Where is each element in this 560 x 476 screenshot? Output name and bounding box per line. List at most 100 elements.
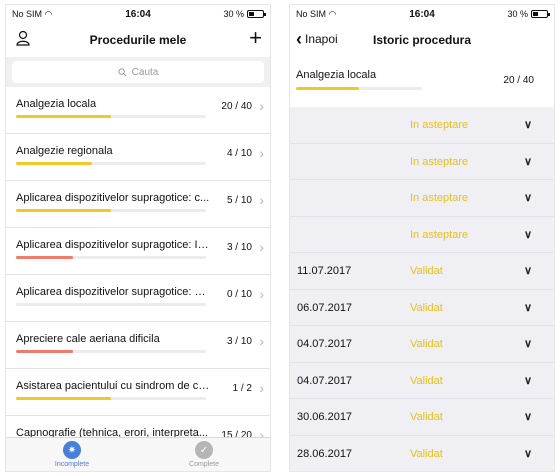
chevron-down-icon[interactable]: ∨ xyxy=(524,118,532,131)
progress-fill xyxy=(16,115,111,118)
history-row[interactable]: 28.06.2017 Validat ∨ xyxy=(290,436,554,472)
chevron-down-icon[interactable]: ∨ xyxy=(524,337,532,350)
tab-complete[interactable]: ✓ Complete xyxy=(138,438,270,471)
procedure-name: Asistarea pacientului cu sindrom de co..… xyxy=(16,380,212,392)
history-date: 30.06.2017 xyxy=(297,411,353,423)
progress-bar xyxy=(16,115,206,118)
tab-label: Incomplete xyxy=(54,461,90,468)
list-item[interactable]: Asistarea pacientului cu sindrom de co..… xyxy=(6,369,270,416)
history-row[interactable]: 04.07.2017 Validat ∨ xyxy=(290,326,554,363)
progress-fill xyxy=(16,209,111,212)
procedure-name: Aplicarea dispozitivelor supragotice: c.… xyxy=(16,192,210,204)
chevron-down-icon[interactable]: ∨ xyxy=(524,447,532,460)
history-row[interactable]: In asteptare ∨ xyxy=(290,144,554,180)
history-list: In asteptare ∨ In asteptare ∨ In asteptare ∨ I… xyxy=(290,107,554,471)
battery-icon xyxy=(531,10,550,18)
tab-incomplete[interactable]: ✷ Incomplete xyxy=(6,438,138,471)
status-badge: Validat xyxy=(410,301,443,314)
procedure-name: Analgezie regionala xyxy=(16,145,113,157)
history-date: 04.07.2017 xyxy=(297,338,353,350)
chevron-right-icon: › xyxy=(259,380,264,396)
progress-bar xyxy=(16,209,206,212)
history-row[interactable]: 11.07.2017 Validat ∨ xyxy=(290,253,554,290)
list-item[interactable]: Apreciere cale aeriana dificila 3 / 10 › xyxy=(6,322,270,369)
list-item[interactable]: Capnografie (tehnica, erori, interpreta.… xyxy=(6,416,270,437)
procedure-name: Analgezia locala xyxy=(296,69,377,81)
procedure-count: 3 / 10 xyxy=(226,336,252,347)
procedure-name: Aplicarea dispozitivelor supragotice: Ig… xyxy=(16,239,212,251)
page-title: Procedurile mele xyxy=(89,33,187,47)
procedure-count: 3 / 10 xyxy=(226,242,252,253)
progress-bar xyxy=(16,162,206,165)
list-item[interactable]: Aplicarea dispozitivelor supragotice: Ig… xyxy=(6,228,270,275)
procedure-name: Capnografie (tehnica, erori, interpreta.… xyxy=(16,427,208,437)
nav-bar: Procedurile mele + xyxy=(6,23,270,57)
chevron-down-icon[interactable]: ∨ xyxy=(524,410,532,423)
chevron-down-icon[interactable]: ∨ xyxy=(524,191,532,204)
chevron-down-icon[interactable]: ∨ xyxy=(524,155,532,168)
history-row[interactable]: In asteptare ∨ xyxy=(290,107,554,144)
chevron-right-icon: › xyxy=(259,286,264,302)
procedure-list: Analgezia locala 20 / 40 › Analgezie region… xyxy=(6,87,270,437)
history-date: 11.07.2017 xyxy=(297,265,352,277)
chevron-down-icon[interactable]: ∨ xyxy=(524,301,532,314)
status-badge: Validat xyxy=(410,265,443,277)
chevron-down-icon[interactable]: ∨ xyxy=(524,264,532,277)
history-date: 28.06.2017 xyxy=(297,447,353,460)
chevron-left-icon: ‹ xyxy=(296,29,302,49)
list-item[interactable]: Aplicarea dispozitivelor supragotice: c.… xyxy=(6,181,270,228)
history-row[interactable]: In asteptare ∨ xyxy=(290,217,554,253)
history-date: 06.07.2017 xyxy=(297,301,353,314)
chevron-right-icon: › xyxy=(259,333,264,349)
status-badge: Validat xyxy=(410,411,443,423)
status-bar: No SIM ◠ 16:04 30 % xyxy=(290,5,554,23)
incomplete-icon: ✷ xyxy=(63,441,81,459)
chevron-right-icon: › xyxy=(259,192,264,208)
search-placeholder: Cauta xyxy=(131,66,159,78)
procedure-summary: Analgezia locala 20 / 40 xyxy=(290,57,554,107)
progress-bar xyxy=(16,256,206,259)
progress-fill xyxy=(16,162,92,165)
status-badge: In asteptare xyxy=(410,228,469,241)
procedure-name: Apreciere cale aeriana dificila xyxy=(16,333,160,345)
tab-bar: ✷ Incomplete ✓ Complete xyxy=(6,437,270,471)
procedure-count: 15 / 20 xyxy=(221,430,252,437)
chevron-down-icon[interactable]: ∨ xyxy=(524,374,532,387)
list-item[interactable]: Analgezia locala 20 / 40 › xyxy=(6,87,270,134)
progress-fill xyxy=(296,87,359,90)
procedure-count: 0 / 10 xyxy=(226,289,252,300)
clock: 16:04 xyxy=(409,8,435,20)
procedure-count: 1 / 2 xyxy=(232,383,252,394)
history-row[interactable]: 30.06.2017 Validat ∨ xyxy=(290,399,554,436)
progress-fill xyxy=(16,350,73,353)
list-item[interactable]: Analgezie regionala 4 / 10 › xyxy=(6,134,270,181)
list-item[interactable]: Aplicarea dispozitivelor supragotice: m.… xyxy=(6,275,270,322)
battery-icon xyxy=(247,10,266,18)
page-title: Istoric procedura xyxy=(372,33,472,47)
history-row[interactable]: 04.07.2017 Validat ∨ xyxy=(290,363,554,399)
status-badge: In asteptare xyxy=(410,119,469,131)
procedure-count: 20 / 40 xyxy=(503,75,534,86)
check-icon: ✓ xyxy=(195,441,213,459)
back-label: Inapoi xyxy=(305,32,338,46)
progress-bar xyxy=(296,87,422,90)
nav-bar: ‹ Inapoi Istoric procedura xyxy=(290,23,554,57)
history-row[interactable]: In asteptare ∨ xyxy=(290,180,554,217)
user-icon[interactable] xyxy=(16,30,30,51)
search-bar: Cauta xyxy=(6,57,270,87)
back-button[interactable]: ‹ Inapoi xyxy=(296,29,338,49)
progress-fill xyxy=(16,397,111,400)
procedure-count: 5 / 10 xyxy=(226,195,252,206)
chevron-right-icon: › xyxy=(259,98,264,114)
procedure-count: 4 / 10 xyxy=(226,148,252,159)
status-bar: No SIM ◠ 16:04 30 % xyxy=(6,5,270,23)
procedure-name: Analgezia locala xyxy=(16,98,97,110)
status-badge: Validat xyxy=(410,338,443,350)
status-badge: Validat xyxy=(410,447,443,460)
progress-bar xyxy=(16,303,206,306)
chevron-down-icon[interactable]: ∨ xyxy=(524,228,532,241)
history-row[interactable]: 06.07.2017 Validat ∨ xyxy=(290,290,554,326)
plus-icon[interactable]: + xyxy=(249,27,262,49)
progress-bar xyxy=(16,397,206,400)
search-input[interactable]: Cauta xyxy=(12,61,264,83)
